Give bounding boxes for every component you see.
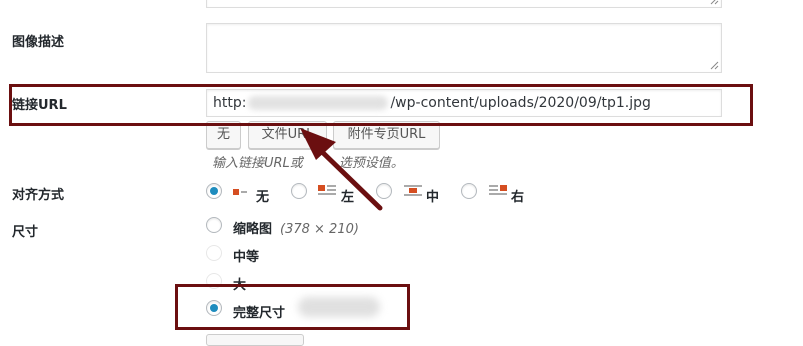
next-button-partial[interactable] xyxy=(206,334,304,346)
align-none-icon xyxy=(233,189,247,195)
link-url-highlight-box xyxy=(9,84,753,126)
size-medium-label: 中等 xyxy=(233,250,260,265)
align-right-icon xyxy=(489,185,507,195)
align-left-label: 左 xyxy=(341,190,355,205)
align-right-label: 右 xyxy=(511,190,525,205)
image-description-textarea[interactable] xyxy=(206,23,722,73)
resize-grip-icon[interactable] xyxy=(710,0,719,5)
align-right-radio[interactable] xyxy=(461,183,477,199)
size-thumbnail-text: 缩略图 xyxy=(233,222,273,237)
size-thumbnail-radio[interactable] xyxy=(206,217,222,233)
full-size-highlight-box xyxy=(175,284,410,330)
size-thumbnail-label: 缩略图 (378 × 210) xyxy=(233,218,359,237)
align-left-radio[interactable] xyxy=(291,183,307,199)
align-label: 对齐方式 xyxy=(12,188,65,203)
align-none-label: 无 xyxy=(256,190,270,205)
align-none-radio[interactable] xyxy=(206,183,222,199)
link-help-prefix: 输入链接URL或 xyxy=(212,156,303,171)
link-help-text: 输入链接URL或 选预设值。 xyxy=(212,152,404,171)
link-help-suffix: 选预设值。 xyxy=(338,156,404,171)
align-center-icon xyxy=(404,185,422,196)
align-center-label: 中 xyxy=(426,190,440,205)
size-thumbnail-dims: (378 × 210) xyxy=(280,222,359,237)
size-medium-radio[interactable] xyxy=(206,245,222,261)
image-description-label: 图像描述 xyxy=(12,35,65,50)
size-label: 尺寸 xyxy=(12,225,39,240)
caption-textarea[interactable] xyxy=(206,0,722,8)
resize-grip-icon[interactable] xyxy=(710,61,719,70)
align-left-icon xyxy=(318,185,336,195)
align-center-radio[interactable] xyxy=(376,183,392,199)
